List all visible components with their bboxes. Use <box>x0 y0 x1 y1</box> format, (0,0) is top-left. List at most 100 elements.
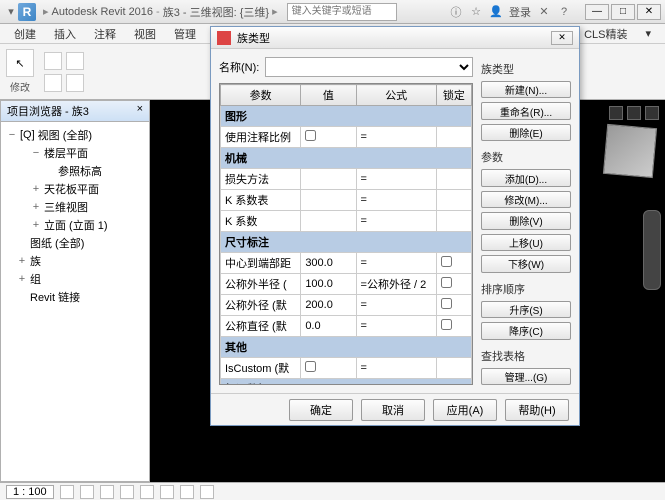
table-row[interactable]: 标识数据 <box>221 379 472 386</box>
manage-lookup-button[interactable]: 管理...(G) <box>481 368 571 385</box>
table-row[interactable]: K 系数= <box>221 211 472 232</box>
viewport-max-icon[interactable] <box>627 106 641 120</box>
project-browser: 项目浏览器 - 族3 × −[Q] 视图 (全部)−楼层平面参照标高+天花板平面… <box>0 100 150 482</box>
table-row[interactable]: 其他 <box>221 337 472 358</box>
tree-node[interactable]: +三维视图 <box>3 198 147 216</box>
ribbon-tool-icon[interactable] <box>44 74 62 92</box>
titlebar: ▾ R ▸ Autodesk Revit 2016 - 族3 - 三维视图: {… <box>0 0 665 24</box>
status-icon[interactable] <box>180 485 194 499</box>
sort-desc-button[interactable]: 降序(C) <box>481 322 571 339</box>
new-type-button[interactable]: 新建(N)... <box>481 81 571 98</box>
search-input[interactable] <box>287 3 397 21</box>
group-lookup: 查找表格 <box>481 348 571 364</box>
browser-close-icon[interactable]: × <box>137 103 143 119</box>
value-checkbox[interactable] <box>305 361 316 372</box>
col-lock[interactable]: 锁定 <box>436 85 471 106</box>
add-param-button[interactable]: 添加(D)... <box>481 169 571 186</box>
lock-checkbox[interactable] <box>441 319 452 330</box>
app-menu-icon[interactable]: ▾ <box>4 5 18 19</box>
move-up-button[interactable]: 上移(U) <box>481 234 571 251</box>
modify-label: 修改 <box>10 79 30 94</box>
panel-toggle-icon[interactable]: ▾ <box>637 25 659 42</box>
status-icon[interactable] <box>80 485 94 499</box>
status-icon[interactable] <box>120 485 134 499</box>
sort-asc-button[interactable]: 升序(S) <box>481 301 571 318</box>
status-icon[interactable] <box>60 485 74 499</box>
exchange-icon[interactable]: ✕ <box>537 5 551 19</box>
tree-node[interactable]: +组 <box>3 270 147 288</box>
table-row[interactable]: 尺寸标注 <box>221 232 472 253</box>
info-icon[interactable]: ⓘ <box>449 5 463 19</box>
name-label: 名称(N): <box>219 59 259 75</box>
value-checkbox[interactable] <box>305 130 316 141</box>
close-button[interactable]: ✕ <box>637 4 661 20</box>
table-row[interactable]: 公称外径 (默200.0= <box>221 295 472 316</box>
tree-node[interactable]: +立面 (立面 1) <box>3 216 147 234</box>
menu-item[interactable]: 管理 <box>166 24 204 44</box>
cancel-button[interactable]: 取消 <box>361 399 425 421</box>
type-name-select[interactable] <box>265 57 473 77</box>
table-row[interactable]: IsCustom (默= <box>221 358 472 379</box>
status-icon[interactable] <box>100 485 114 499</box>
star-icon[interactable]: ☆ <box>469 5 483 19</box>
help-button[interactable]: 帮助(H) <box>505 399 569 421</box>
col-value[interactable]: 值 <box>301 85 356 106</box>
table-row[interactable]: 中心到端部距300.0= <box>221 253 472 274</box>
menu-item[interactable]: 注释 <box>86 24 124 44</box>
scale-selector[interactable]: 1 : 100 <box>6 485 54 499</box>
maximize-button[interactable]: □ <box>611 4 635 20</box>
login-label[interactable]: 登录 <box>509 4 531 20</box>
tree-node[interactable]: +族 <box>3 252 147 270</box>
doc-title: 族3 - 三维视图: {三维} <box>163 4 269 20</box>
tree-node[interactable]: +天花板平面 <box>3 180 147 198</box>
help-icon[interactable]: ? <box>557 5 571 19</box>
move-down-button[interactable]: 下移(W) <box>481 255 571 272</box>
col-param[interactable]: 参数 <box>221 85 301 106</box>
status-icon[interactable] <box>140 485 154 499</box>
browser-title: 项目浏览器 - 族3 <box>7 103 89 119</box>
parameters-table[interactable]: 参数 值 公式 锁定 图形使用注释比例=机械损失方法=K 系数表=K 系数=尺寸… <box>220 84 472 385</box>
table-row[interactable]: 机械 <box>221 148 472 169</box>
menu-item[interactable]: 创建 <box>6 24 44 44</box>
delete-type-button[interactable]: 删除(E) <box>481 124 571 141</box>
table-row[interactable]: 图形 <box>221 106 472 127</box>
rename-type-button[interactable]: 重命名(R)... <box>481 102 571 119</box>
viewport-close-icon[interactable] <box>645 106 659 120</box>
navigation-wheel-icon[interactable] <box>643 210 661 290</box>
minimize-button[interactable]: — <box>585 4 609 20</box>
dialog-close-button[interactable]: ✕ <box>551 31 573 45</box>
table-row[interactable]: 损失方法= <box>221 169 472 190</box>
table-row[interactable]: 公称直径 (默0.0= <box>221 316 472 337</box>
lock-checkbox[interactable] <box>441 277 452 288</box>
col-formula[interactable]: 公式 <box>356 85 436 106</box>
ok-button[interactable]: 确定 <box>289 399 353 421</box>
menu-item[interactable]: CLS精装 <box>576 24 635 44</box>
table-row[interactable]: 使用注释比例= <box>221 127 472 148</box>
menu-item[interactable]: 视图 <box>126 24 164 44</box>
app-title: Autodesk Revit 2016 <box>52 6 154 18</box>
menu-item[interactable]: 插入 <box>46 24 84 44</box>
browser-tree[interactable]: −[Q] 视图 (全部)−楼层平面参照标高+天花板平面+三维视图+立面 (立面 … <box>1 122 149 481</box>
status-icon[interactable] <box>200 485 214 499</box>
statusbar: 1 : 100 <box>0 482 665 500</box>
lock-checkbox[interactable] <box>441 298 452 309</box>
viewport-min-icon[interactable] <box>609 106 623 120</box>
delete-param-button[interactable]: 删除(V) <box>481 212 571 229</box>
table-row[interactable]: 公称外半径 (100.0=公称外径 / 2 <box>221 274 472 295</box>
tree-node[interactable]: Revit 链接 <box>3 288 147 306</box>
modify-param-button[interactable]: 修改(M)... <box>481 191 571 208</box>
viewcube-icon[interactable] <box>603 124 657 178</box>
ribbon-tool-icon[interactable] <box>66 52 84 70</box>
tree-node[interactable]: 参照标高 <box>3 162 147 180</box>
table-row[interactable]: K 系数表= <box>221 190 472 211</box>
apply-button[interactable]: 应用(A) <box>433 399 497 421</box>
lock-checkbox[interactable] <box>441 256 452 267</box>
dialog-title: 族类型 <box>237 30 270 46</box>
user-icon[interactable]: 👤 <box>489 5 503 19</box>
ribbon-tool-icon[interactable] <box>66 74 84 92</box>
ribbon-tool-icon[interactable] <box>44 52 62 70</box>
tree-node[interactable]: 图纸 (全部) <box>3 234 147 252</box>
tree-node[interactable]: −楼层平面 <box>3 144 147 162</box>
status-icon[interactable] <box>160 485 174 499</box>
modify-tool-icon[interactable]: ↖ <box>6 49 34 77</box>
